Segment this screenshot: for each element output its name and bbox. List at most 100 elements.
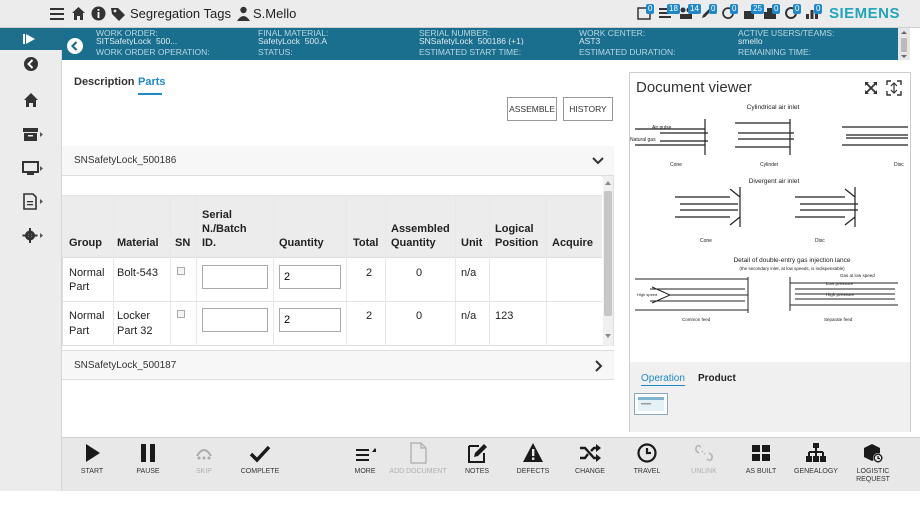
add-document-button[interactable]: ADD DOCUMENT xyxy=(388,440,448,488)
monitor-icon[interactable] xyxy=(22,160,43,178)
drawing-label: Gas at low speed xyxy=(840,273,875,278)
document-nav-icon[interactable] xyxy=(22,193,43,211)
pause-button[interactable]: PAUSE xyxy=(118,440,178,488)
settings-icon[interactable]: 0 xyxy=(784,4,802,22)
column-header[interactable]: Logical xyxy=(495,222,534,236)
panel-header-serial-2[interactable]: SNSafetyLock_500187 xyxy=(62,350,614,380)
assemble-button[interactable]: ASSEMBLE xyxy=(507,97,557,121)
menu-icon[interactable] xyxy=(50,7,64,21)
button-label: DEFECTS xyxy=(516,468,550,475)
chevron-right-icon[interactable] xyxy=(595,360,604,372)
shuffle-icon xyxy=(580,444,601,462)
cell-assembled: 0 xyxy=(416,310,423,322)
column-header[interactable]: N./Batch xyxy=(202,222,247,236)
pencil-icon[interactable]: 0 xyxy=(700,4,718,22)
travel-button[interactable]: TRAVEL xyxy=(617,440,677,488)
header-label: ESTIMATED DURATION: xyxy=(579,47,676,57)
unlink-icon xyxy=(695,444,713,462)
tab-description[interactable]: Description xyxy=(74,76,135,88)
button-label: AS BUILT xyxy=(745,468,777,475)
top-bar: Segregation Tags S.Mello 0 18 14 0 0 25 … xyxy=(0,0,920,28)
drawing-label: Cone xyxy=(700,238,712,244)
logistic-request-button[interactable]: LOGISTIC REQUEST xyxy=(843,440,903,488)
column-header[interactable]: Serial xyxy=(202,208,232,222)
chevron-down-icon[interactable] xyxy=(592,157,604,166)
active-tab-indicator xyxy=(138,93,162,95)
table-row[interactable]: Normal Part Locker Part 32 2 0 n/a 123 xyxy=(62,302,602,346)
document-thumbnail[interactable] xyxy=(634,393,668,415)
sn-checkbox[interactable] xyxy=(177,267,185,275)
document-drawing: Cylindrical air inlet Air pulse Natural … xyxy=(630,99,910,361)
badge: 0 xyxy=(730,4,739,14)
start-button[interactable]: START xyxy=(62,440,122,488)
column-header[interactable]: Quantity xyxy=(279,236,324,250)
column-header[interactable]: SN xyxy=(175,236,190,250)
cell-material: Locker xyxy=(117,310,151,322)
column-header[interactable]: Material xyxy=(117,236,159,250)
more-button[interactable]: MORE xyxy=(335,440,395,488)
drawing-label: Low pressure xyxy=(826,281,854,286)
back-icon[interactable] xyxy=(23,56,41,74)
quality-icon[interactable]: 25 xyxy=(742,4,764,22)
quantity-input[interactable] xyxy=(279,265,341,289)
quantity-input[interactable] xyxy=(279,308,341,332)
notes-button[interactable]: NOTES xyxy=(447,440,507,488)
refresh-icon[interactable]: 0 xyxy=(721,4,739,22)
play-icon xyxy=(86,444,100,462)
table-row[interactable]: Normal Part Bolt-543 2 0 n/a xyxy=(62,258,602,302)
breadcrumb[interactable]: Segregation Tags xyxy=(130,0,231,28)
badge: 0 xyxy=(709,4,718,14)
header-row-2: WORK ORDER OPERATION: STATUS: ESTIMATED … xyxy=(88,45,910,60)
table-toolbar xyxy=(62,176,602,196)
column-header[interactable]: ID. xyxy=(202,236,216,250)
cell-total: 2 xyxy=(366,310,373,322)
chart-icon[interactable]: 0 xyxy=(805,4,823,22)
button-label: GENEALOGY xyxy=(794,468,838,475)
column-header[interactable]: Position xyxy=(495,236,538,250)
column-header[interactable]: Quantity xyxy=(391,236,436,250)
unlink-button[interactable]: UNLINK xyxy=(674,440,734,488)
change-button[interactable]: CHANGE xyxy=(560,440,620,488)
list-icon[interactable]: 18 xyxy=(658,4,680,22)
cell-group: Part xyxy=(69,281,90,293)
defects-button[interactable]: DEFECTS xyxy=(503,440,563,488)
drawing-label: Natural gas xyxy=(630,137,656,143)
column-header[interactable]: Group xyxy=(69,236,102,250)
column-header[interactable]: Assembled xyxy=(391,222,450,236)
serial-input[interactable] xyxy=(202,265,268,289)
rail-expand-button[interactable] xyxy=(0,28,62,50)
as-built-button[interactable]: AS BUILT xyxy=(731,440,791,488)
complete-button[interactable]: COMPLETE xyxy=(230,440,290,488)
gear-icon[interactable] xyxy=(22,227,43,245)
user-name[interactable]: S.Mello xyxy=(253,0,296,28)
column-header[interactable]: Total xyxy=(353,236,378,250)
skip-button[interactable]: SKIP xyxy=(174,440,234,488)
task-icon[interactable]: 0 xyxy=(637,4,655,22)
archive-icon[interactable] xyxy=(22,126,43,144)
header-scrollbar[interactable] xyxy=(898,28,910,60)
tab-operation[interactable]: Operation xyxy=(641,373,685,386)
drawing-label: Separate feed xyxy=(824,317,853,322)
home-icon[interactable] xyxy=(71,6,86,21)
cell-group: Normal xyxy=(69,310,105,322)
home-nav-icon[interactable] xyxy=(23,92,41,110)
scrollbar-thumb[interactable] xyxy=(604,191,612,316)
tab-product[interactable]: Product xyxy=(698,373,736,384)
cell-material: Bolt-543 xyxy=(117,267,158,279)
warning-icon xyxy=(523,443,543,462)
column-header[interactable]: Acquire xyxy=(552,236,593,250)
column-header[interactable]: Unit xyxy=(461,236,482,250)
people-icon[interactable]: 14 xyxy=(679,4,701,22)
genealogy-button[interactable]: GENEALOGY xyxy=(786,440,846,488)
serial-input[interactable] xyxy=(202,308,268,332)
info-icon[interactable] xyxy=(91,6,106,21)
history-button[interactable]: HISTORY xyxy=(563,97,613,121)
sn-checkbox[interactable] xyxy=(177,310,185,318)
panel-header-serial-1[interactable]: SNSafetyLock_500186 xyxy=(62,146,614,176)
tab-parts[interactable]: Parts xyxy=(138,76,166,88)
fit-screen-icon[interactable] xyxy=(886,80,902,96)
expand-icon[interactable] xyxy=(864,81,878,95)
tool-icon[interactable]: 0 xyxy=(763,4,781,22)
drawing-label: Detail of double-entry gas injection lan… xyxy=(733,257,850,264)
header-back-button[interactable] xyxy=(62,28,88,60)
